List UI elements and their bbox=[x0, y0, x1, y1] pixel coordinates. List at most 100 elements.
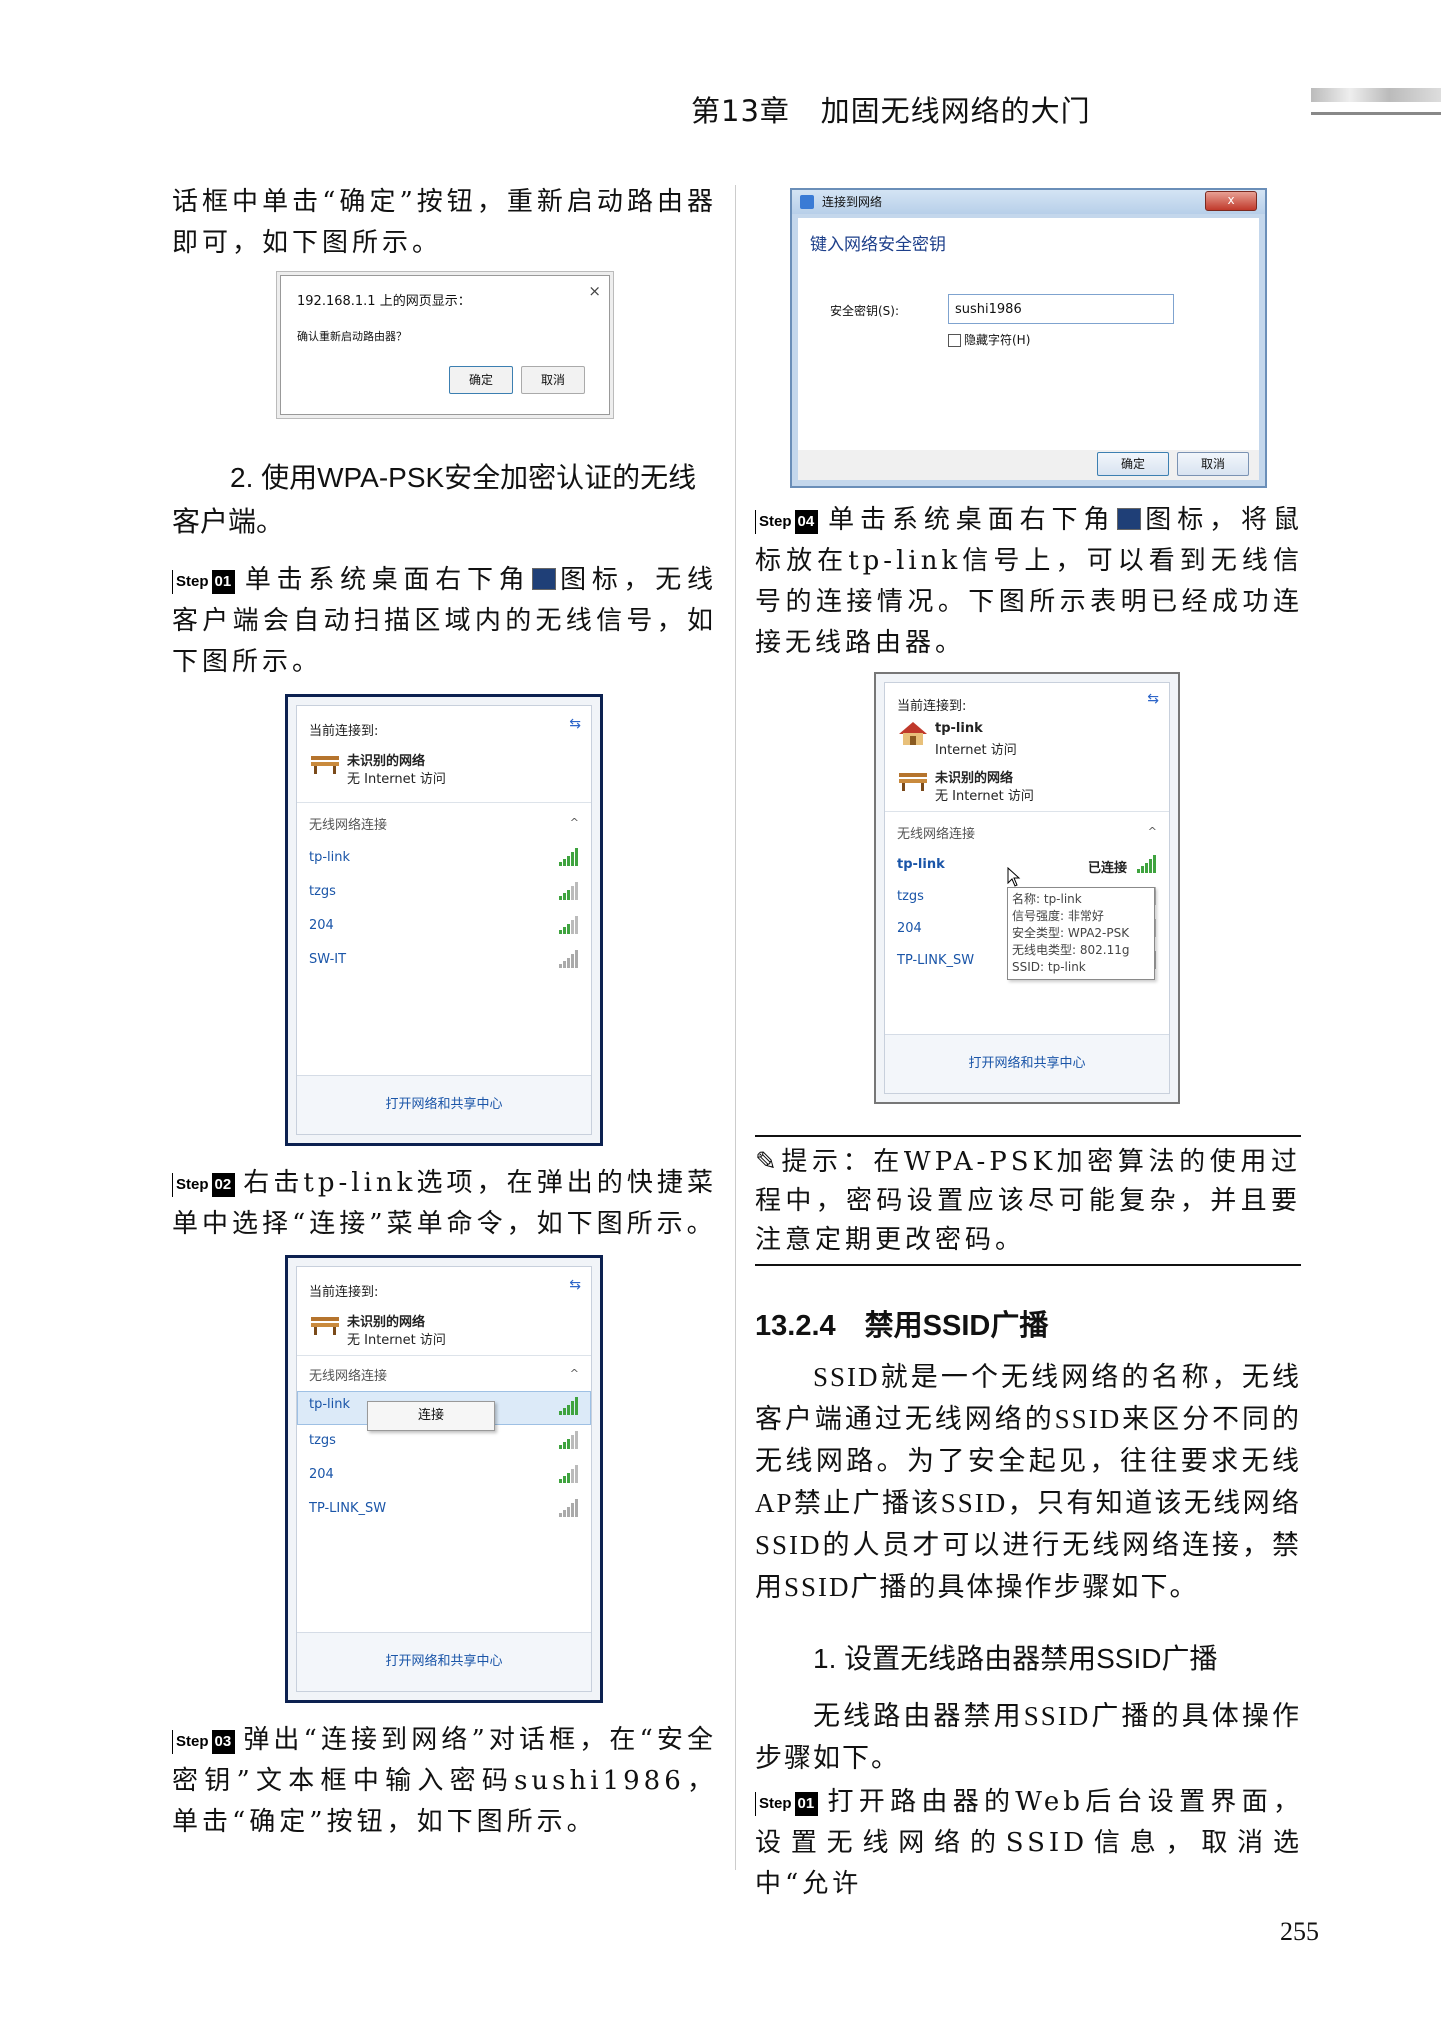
network-status: 无 Internet 访问 bbox=[935, 789, 1034, 804]
browser-alert-dialog: 192.168.1.1 上的网页显示： × 确认重新启动路由器？ 确定 取消 bbox=[280, 275, 610, 415]
network-tooltip: 名称: tp-link 信号强度: 非常好 安全类型: WPA2-PSK 无线电… bbox=[1007, 887, 1155, 980]
network-item[interactable]: tzgs bbox=[897, 889, 924, 904]
left-step-3: Step 03 弹出“连接到网络”对话框，在“安全密钥”文本框中输入密码sushi1… bbox=[172, 1720, 717, 1843]
dialog-title: 连接到网络 bbox=[792, 190, 1265, 214]
collapse-caret-icon[interactable]: ^ bbox=[570, 816, 579, 829]
current-connection-label: 当前连接到: bbox=[897, 699, 967, 714]
signal-icon bbox=[559, 1431, 581, 1449]
network-status: 无 Internet 访问 bbox=[347, 772, 446, 787]
network-item[interactable]: tp-link bbox=[309, 1397, 350, 1412]
network-item[interactable]: tp-link bbox=[897, 857, 945, 872]
network-item[interactable]: 204 bbox=[309, 918, 334, 933]
network-item[interactable]: 204 bbox=[309, 1467, 334, 1482]
hide-characters-checkbox[interactable] bbox=[948, 334, 961, 347]
dialog-ok-button[interactable]: 确定 bbox=[1097, 452, 1169, 476]
network-status: 无 Internet 访问 bbox=[347, 1333, 446, 1348]
network-item[interactable]: SW-IT bbox=[309, 952, 346, 967]
signal-icon bbox=[559, 1397, 581, 1415]
section-heading: 13.2.4 禁用SSID广播 bbox=[755, 1310, 1049, 1342]
step-badge: Step 03 bbox=[172, 1721, 236, 1762]
wireless-flyout-1: 当前连接到: ⇆ 未识别的网络 无 Internet 访问 无线网络连接 ^ t… bbox=[285, 694, 603, 1146]
network-name: 未识别的网络 bbox=[347, 754, 426, 769]
signal-tray-icon bbox=[1117, 508, 1142, 530]
collapse-caret-icon[interactable]: ^ bbox=[570, 1367, 579, 1380]
network-item[interactable]: tp-link bbox=[309, 850, 350, 865]
wireless-flyout-3: 当前连接到: ⇆ tp-link Internet 访问 未识别的网络 无 In… bbox=[874, 672, 1180, 1104]
right-step-4: Step 04 单击系统桌面右下角 图标，将鼠标放在tp-link信号上，可以看到无线… bbox=[755, 500, 1303, 664]
wireless-section-label: 无线网络连接 bbox=[309, 818, 388, 833]
chapter-title: 第13章 加固无线网络的大门 bbox=[691, 88, 1091, 130]
chapter-name: 加固无线网络的大门 bbox=[820, 94, 1091, 128]
security-key-label: 安全密钥(S): bbox=[830, 304, 900, 318]
dialog-heading: 键入网络安全密钥 bbox=[810, 235, 946, 255]
step-badge: Step 04 bbox=[755, 501, 819, 542]
current-connection-label: 当前连接到: bbox=[309, 1285, 379, 1300]
home-network-icon bbox=[899, 722, 927, 745]
hide-characters-label: 隐藏字符(H) bbox=[964, 333, 1031, 347]
open-network-center-link[interactable]: 打开网络和共享中心 bbox=[885, 1034, 1169, 1093]
security-key-input[interactable]: sushi1986 bbox=[948, 294, 1174, 324]
network-icon bbox=[800, 195, 814, 209]
signal-icon bbox=[559, 950, 581, 968]
context-menu-connect[interactable]: 连接 bbox=[367, 1401, 495, 1431]
wireless-section-label: 无线网络连接 bbox=[309, 1369, 388, 1384]
network-item[interactable]: tzgs bbox=[309, 1433, 336, 1448]
open-network-center-link[interactable]: 打开网络和共享中心 bbox=[297, 1075, 591, 1134]
left-subheading: 2. 使用WPA-PSK安全加密认证的无线客户端。 bbox=[172, 462, 697, 537]
tip-box: ✎提示：在WPA-PSK加密算法的使用过程中，密码设置应该尽可能复杂，并且要注意… bbox=[755, 1135, 1301, 1266]
left-step-1: Step 01 单击系统桌面右下角 图标，无线客户端会自动扫描区域内的无线信号，如下图… bbox=[172, 560, 717, 683]
step-badge: Step 01 bbox=[755, 1783, 819, 1824]
open-network-center-link[interactable]: 打开网络和共享中心 bbox=[297, 1632, 591, 1691]
signal-icon bbox=[559, 1465, 581, 1483]
signal-icon bbox=[559, 848, 581, 866]
alert-title: 192.168.1.1 上的网页显示： bbox=[297, 294, 471, 309]
signal-icon bbox=[559, 882, 581, 900]
wireless-flyout-2: 当前连接到: ⇆ 未识别的网络 无 Internet 访问 无线网络连接 ^ t… bbox=[285, 1255, 603, 1703]
tip-text: 提示：在WPA-PSK加密算法的使用过程中，密码设置应该尽可能复杂，并且要注意定… bbox=[755, 1147, 1301, 1255]
current-connection-label: 当前连接到: bbox=[309, 724, 379, 739]
wireless-section-label: 无线网络连接 bbox=[897, 827, 976, 842]
dialog-close-button[interactable]: x bbox=[1205, 191, 1257, 211]
ssid-paragraph: SSID就是一个无线网络的名称，无线客户端通过无线网络的SSID来区分不同的无线… bbox=[755, 1362, 1301, 1602]
alert-cancel-button[interactable]: 取消 bbox=[521, 366, 585, 394]
signal-icon bbox=[559, 1499, 581, 1517]
alert-message: 确认重新启动路由器？ bbox=[297, 330, 407, 343]
network-status: Internet 访问 bbox=[935, 743, 1017, 758]
page-number: 255 bbox=[1280, 1917, 1319, 1946]
refresh-icon[interactable]: ⇆ bbox=[569, 1277, 581, 1293]
signal-icon bbox=[559, 916, 581, 934]
right-subheading: 1. 设置无线路由器禁用SSID广播 bbox=[813, 1643, 1218, 1674]
step-badge: Step 02 bbox=[172, 1164, 236, 1205]
left-step-2: Step 02 右击tp-link选项，在弹出的快捷菜单中选择“连接”菜单命令，如下… bbox=[172, 1163, 717, 1245]
bench-icon bbox=[311, 1317, 339, 1335]
header-rule bbox=[1311, 112, 1441, 115]
left-paragraph-1: 话框中单击“确定”按钮，重新启动路由器即可，如下图所示。 bbox=[172, 187, 717, 258]
network-name: 未识别的网络 bbox=[347, 1315, 426, 1330]
connected-status: 已连接 bbox=[1087, 861, 1127, 876]
chapter-number: 第13章 bbox=[691, 94, 790, 128]
connect-to-network-dialog: 连接到网络 x 键入网络安全密钥 安全密钥(S): sushi1986 隐藏字符… bbox=[790, 188, 1267, 488]
alert-close-button[interactable]: × bbox=[588, 282, 601, 300]
bench-icon bbox=[899, 773, 927, 791]
collapse-caret-icon[interactable]: ^ bbox=[1148, 825, 1157, 838]
network-item[interactable]: 204 bbox=[897, 921, 922, 936]
refresh-icon[interactable]: ⇆ bbox=[569, 716, 581, 732]
network-name: 未识别的网络 bbox=[935, 771, 1014, 786]
network-item[interactable]: TP-LINK_SW bbox=[309, 1501, 386, 1516]
chapter-header: 第13章 加固无线网络的大门 bbox=[681, 80, 1441, 128]
dialog-cancel-button[interactable]: 取消 bbox=[1177, 452, 1249, 476]
network-name: tp-link bbox=[935, 721, 983, 736]
alert-ok-button[interactable]: 确定 bbox=[449, 366, 513, 394]
network-tray-icon bbox=[532, 568, 557, 590]
steps-intro-paragraph: 无线路由器禁用SSID广播的具体操作步骤如下。 bbox=[755, 1701, 1301, 1773]
network-item[interactable]: TP-LINK_SW bbox=[897, 953, 974, 968]
right-step-1: Step 01 打开路由器的Web后台设置界面，设置无线网络的SSID信息，取消选中… bbox=[755, 1782, 1303, 1905]
header-decoration bbox=[1311, 88, 1441, 102]
bench-icon bbox=[311, 756, 339, 774]
refresh-icon[interactable]: ⇆ bbox=[1147, 691, 1159, 707]
mouse-cursor-icon bbox=[1007, 867, 1021, 887]
column-divider bbox=[735, 185, 736, 1870]
tip-icon: ✎ bbox=[755, 1147, 781, 1177]
step-badge: Step 01 bbox=[172, 561, 236, 602]
network-item[interactable]: tzgs bbox=[309, 884, 336, 899]
